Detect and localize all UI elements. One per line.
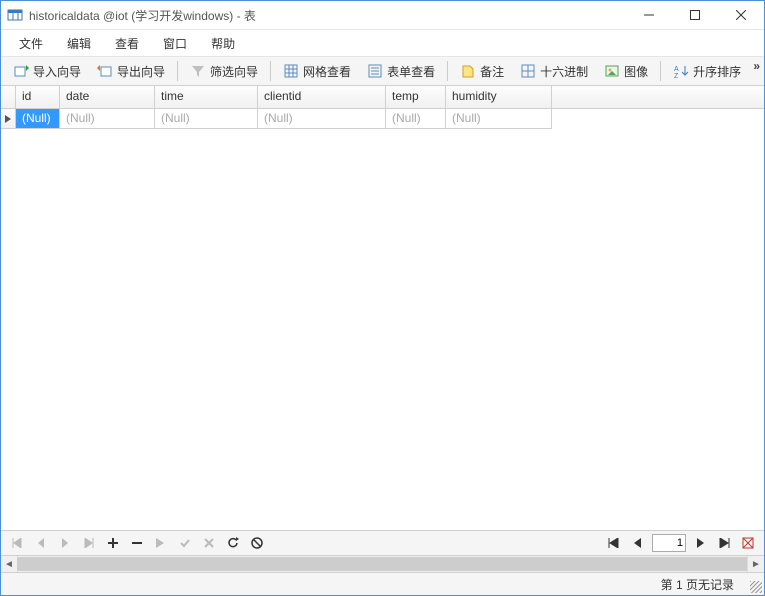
page-settings-button[interactable] [737,532,759,554]
filter-wizard-label: 筛选向导 [210,63,258,80]
toolbar-separator [447,61,448,81]
cell-id[interactable]: (Null) [16,109,60,129]
col-header-clientid[interactable]: clientid [258,86,386,108]
toolbar-separator [177,61,178,81]
menu-view[interactable]: 查看 [103,30,151,56]
nav-edit-button[interactable] [150,532,172,554]
menu-window[interactable]: 窗口 [151,30,199,56]
menu-edit[interactable]: 编辑 [55,30,103,56]
form-icon [367,63,383,79]
nav-first-button[interactable] [6,532,28,554]
toolbar: 导入向导 导出向导 筛选向导 网格查看 表单查看 备注 十六进制 [1,57,764,86]
import-wizard-label: 导入向导 [33,63,81,80]
scroll-right-button[interactable]: ► [747,556,764,572]
record-navigator [1,530,764,555]
grid-view-button[interactable]: 网格查看 [276,59,358,83]
export-wizard-label: 导出向导 [117,63,165,80]
nav-delete-button[interactable] [126,532,148,554]
memo-button[interactable]: 备注 [453,59,511,83]
nav-last-button[interactable] [78,532,100,554]
page-controls [602,532,760,554]
scroll-left-button[interactable]: ◄ [1,556,18,572]
image-label: 图像 [624,63,648,80]
nav-refresh-button[interactable] [222,532,244,554]
nav-next-button[interactable] [54,532,76,554]
svg-text:A: A [674,66,679,73]
nav-prev-button[interactable] [30,532,52,554]
col-header-humidity[interactable]: humidity [446,86,552,108]
statusbar: 第 1 页无记录 [1,572,764,595]
page-prev-button[interactable] [627,532,649,554]
grid-header: id date time clientid temp humidity [1,86,764,109]
export-wizard-button[interactable]: 导出向导 [90,59,172,83]
row-indicator[interactable] [1,109,16,129]
horizontal-scrollbar[interactable]: ◄ ► [1,555,764,572]
svg-text:Z: Z [674,73,679,79]
image-icon [604,63,620,79]
memo-icon [460,63,476,79]
filter-icon [190,63,206,79]
page-last-button[interactable] [713,532,735,554]
toolbar-separator [270,61,271,81]
table-icon [7,7,23,23]
minimize-button[interactable] [626,1,672,29]
form-view-label: 表单查看 [387,63,435,80]
page-next-button[interactable] [689,532,711,554]
cell-temp[interactable]: (Null) [386,109,446,129]
current-row-icon [5,115,11,123]
import-wizard-button[interactable]: 导入向导 [6,59,88,83]
grid-icon [283,63,299,79]
filter-wizard-button[interactable]: 筛选向导 [183,59,265,83]
form-view-button[interactable]: 表单查看 [360,59,442,83]
page-number-input[interactable] [652,534,686,552]
sort-asc-icon: AZ [673,63,689,79]
nav-stop-button[interactable] [246,532,268,554]
menubar: 文件 编辑 查看 窗口 帮助 [1,30,764,57]
col-header-temp[interactable]: temp [386,86,446,108]
col-header-id[interactable]: id [16,86,60,108]
hex-button[interactable]: 十六进制 [513,59,595,83]
close-button[interactable] [718,1,764,29]
cell-date[interactable]: (Null) [60,109,155,129]
nav-add-button[interactable] [102,532,124,554]
export-icon [97,63,113,79]
import-icon [13,63,29,79]
grid-view-label: 网格查看 [303,63,351,80]
sort-asc-label: 升序排序 [693,63,741,80]
cell-time[interactable]: (Null) [155,109,258,129]
col-header-time[interactable]: time [155,86,258,108]
image-button[interactable]: 图像 [597,59,655,83]
toolbar-separator [660,61,661,81]
col-header-date[interactable]: date [60,86,155,108]
scroll-thumb[interactable] [17,557,748,571]
sort-asc-button[interactable]: AZ 升序排序 [666,59,748,83]
memo-label: 备注 [480,63,504,80]
table-row[interactable]: (Null) (Null) (Null) (Null) (Null) (Null… [1,109,764,129]
data-grid: id date time clientid temp humidity (Nul… [1,86,764,530]
resize-grip[interactable] [750,581,762,593]
cell-clientid[interactable]: (Null) [258,109,386,129]
window-title: historicaldata @iot (学习开发windows) - 表 [29,7,626,24]
titlebar: historicaldata @iot (学习开发windows) - 表 [1,1,764,30]
hex-icon [520,63,536,79]
maximize-button[interactable] [672,1,718,29]
app-window: historicaldata @iot (学习开发windows) - 表 文件… [0,0,765,596]
status-text: 第 1 页无记录 [661,576,734,593]
gutter-header[interactable] [1,86,16,108]
page-first-button[interactable] [603,532,625,554]
menu-help[interactable]: 帮助 [199,30,247,56]
nav-cancel-button[interactable] [198,532,220,554]
hex-label: 十六进制 [540,63,588,80]
menu-file[interactable]: 文件 [7,30,55,56]
toolbar-overflow-button[interactable]: » [753,59,760,73]
cell-humidity[interactable]: (Null) [446,109,552,129]
nav-commit-button[interactable] [174,532,196,554]
